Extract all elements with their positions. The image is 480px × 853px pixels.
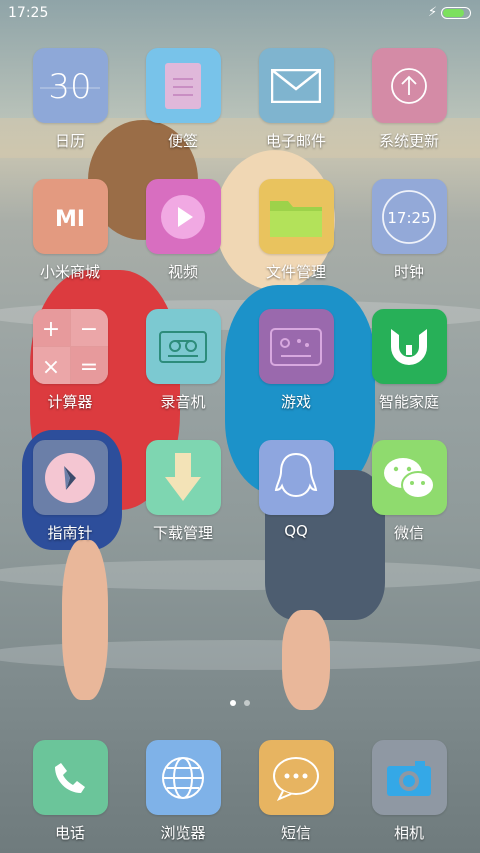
app-clock[interactable]: 17:25 时钟: [359, 179, 459, 282]
app-smart-home[interactable]: 智能家庭: [359, 309, 459, 412]
recorder-icon[interactable]: [145, 309, 221, 384]
app-label: QQ: [284, 522, 308, 540]
app-label: 游戏: [280, 393, 311, 411]
app-calendar[interactable]: 30 日历: [20, 48, 120, 151]
app-recorder[interactable]: 录音机: [133, 309, 233, 412]
svg-text:×: ×: [41, 355, 59, 380]
qq-icon[interactable]: [258, 440, 334, 515]
wallpaper-child-legs: [62, 540, 108, 700]
sms-icon[interactable]: [258, 740, 334, 815]
wechat-icon[interactable]: [371, 440, 447, 515]
folder-icon[interactable]: [258, 179, 334, 254]
wallpaper-child-legs: [282, 610, 330, 710]
app-sms[interactable]: 短信: [246, 740, 346, 843]
app-label: 微信: [393, 524, 424, 542]
app-label: 相机: [393, 824, 424, 842]
app-game[interactable]: 游戏: [246, 309, 346, 412]
mi-store-icon[interactable]: MI: [32, 179, 108, 254]
game-icon[interactable]: [258, 309, 334, 384]
svg-text:−: −: [79, 317, 97, 342]
app-notes[interactable]: 便签: [133, 48, 233, 151]
app-label: 指南针: [47, 524, 93, 542]
app-video[interactable]: 视频: [133, 179, 233, 282]
calendar-icon[interactable]: 30: [32, 48, 108, 123]
download-icon[interactable]: [145, 440, 221, 515]
svg-text:17:25: 17:25: [387, 209, 430, 227]
app-calculator[interactable]: + − × = 计算器: [20, 309, 120, 412]
phone-icon[interactable]: [32, 740, 108, 815]
compass-icon[interactable]: [32, 440, 108, 515]
app-phone[interactable]: 电话: [20, 740, 120, 843]
svg-text:30: 30: [48, 67, 91, 107]
app-wechat[interactable]: 微信: [359, 440, 459, 543]
app-label: 便签: [167, 132, 198, 150]
app-camera[interactable]: 相机: [359, 740, 459, 843]
app-browser[interactable]: 浏览器: [133, 740, 233, 843]
app-mail[interactable]: 电子邮件: [246, 48, 346, 151]
app-mi-store[interactable]: MI 小米商城: [20, 179, 120, 282]
page-dot[interactable]: [244, 700, 250, 706]
app-label: 智能家庭: [378, 393, 439, 411]
video-icon[interactable]: [145, 179, 221, 254]
battery-level: [443, 9, 465, 17]
charging-icon: ⚡: [428, 5, 438, 20]
app-label: 时钟: [393, 263, 424, 281]
update-icon[interactable]: [371, 48, 447, 123]
clock-icon[interactable]: 17:25: [371, 179, 447, 254]
camera-icon[interactable]: [371, 740, 447, 815]
app-label: 计算器: [47, 393, 93, 411]
app-download[interactable]: 下载管理: [133, 440, 233, 543]
calculator-icon[interactable]: + − × =: [32, 309, 108, 384]
notes-icon[interactable]: [145, 48, 221, 123]
status-bar: 17:25 ⚡: [0, 0, 480, 28]
app-label: 视频: [167, 263, 198, 281]
smart-home-icon[interactable]: [371, 309, 447, 384]
app-label: 日历: [54, 132, 85, 150]
svg-text:MI: MI: [55, 207, 85, 232]
browser-icon[interactable]: [145, 740, 221, 815]
app-label: 电话: [54, 824, 85, 842]
app-qq[interactable]: QQ: [246, 440, 346, 540]
app-compass[interactable]: 指南针: [20, 440, 120, 543]
svg-text:+: +: [41, 317, 59, 342]
app-label: 短信: [280, 824, 311, 842]
app-label: 下载管理: [152, 524, 213, 542]
app-label: 系统更新: [378, 132, 439, 150]
page-indicator: [222, 700, 258, 708]
status-time: 17:25: [8, 5, 49, 21]
app-label: 小米商城: [39, 263, 100, 281]
battery-icon: [441, 7, 471, 19]
app-label: 录音机: [160, 393, 206, 411]
svg-text:=: =: [79, 355, 97, 380]
app-folder[interactable]: 文件管理: [246, 179, 346, 282]
app-label: 浏览器: [160, 824, 206, 842]
app-label: 电子邮件: [265, 132, 326, 150]
app-update[interactable]: 系统更新: [359, 48, 459, 151]
mail-icon[interactable]: [258, 48, 334, 123]
app-label: 文件管理: [265, 263, 326, 281]
page-dot[interactable]: [230, 700, 236, 706]
